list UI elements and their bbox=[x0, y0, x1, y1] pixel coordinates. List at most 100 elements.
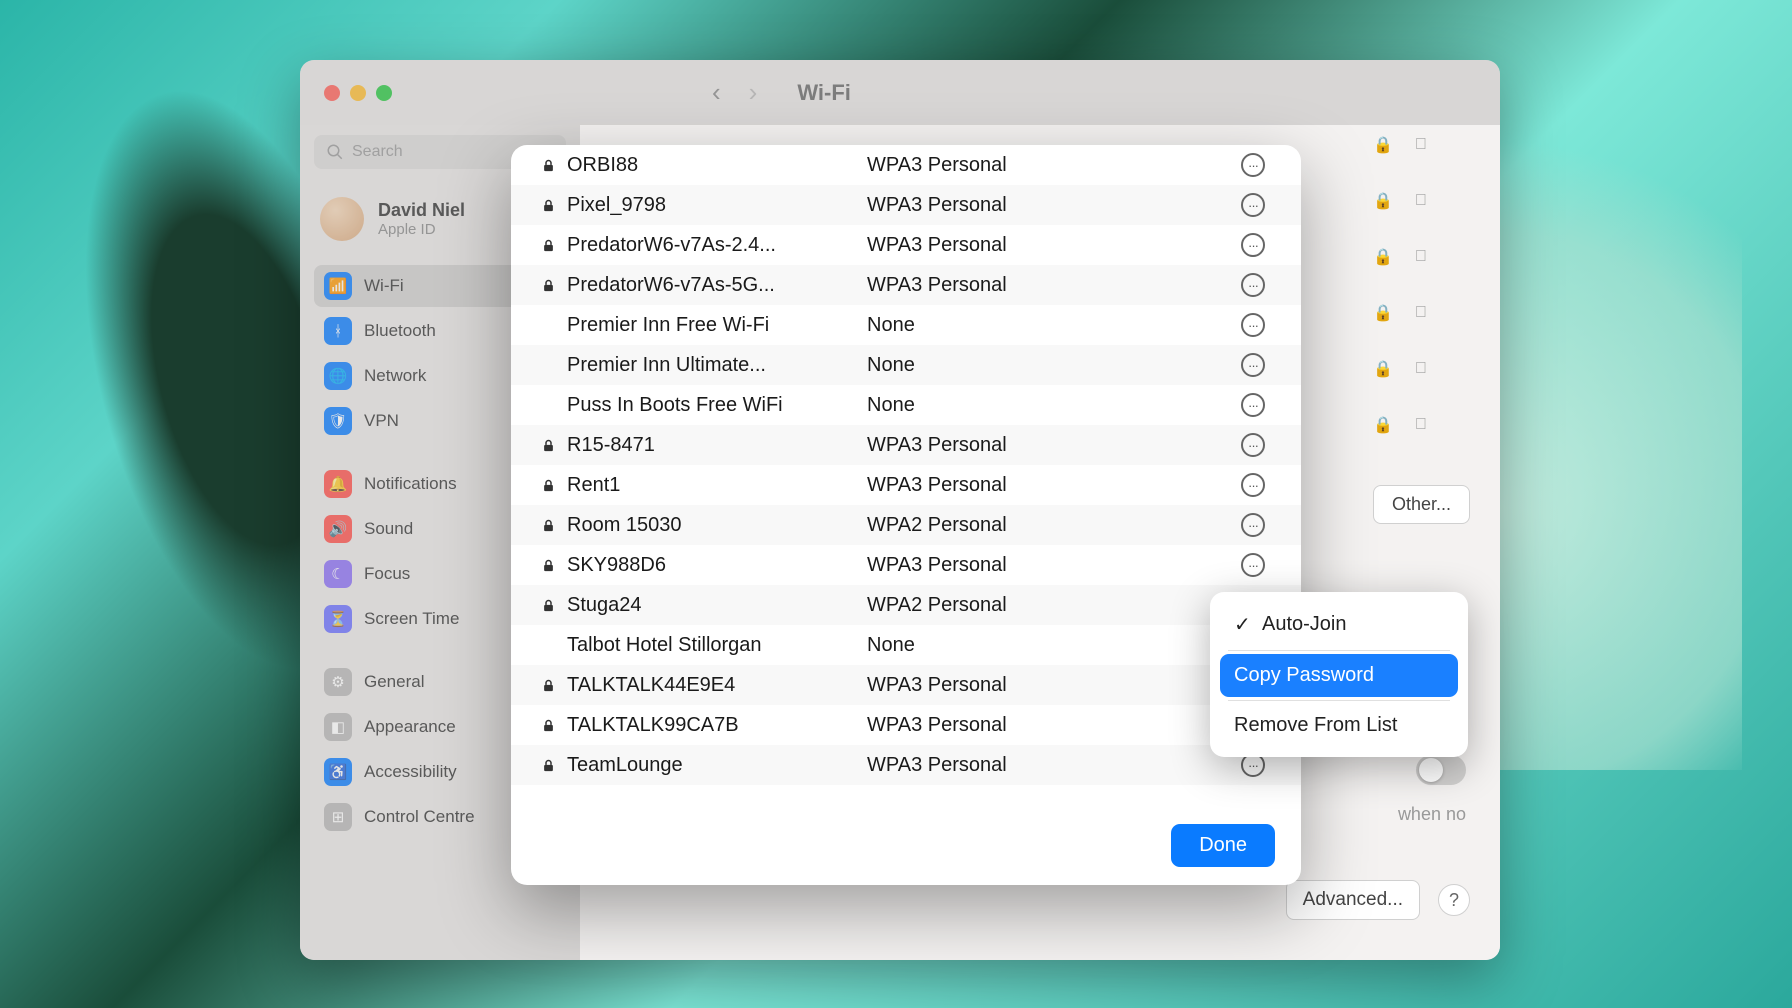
network-row[interactable]: Stuga24WPA2 Personal bbox=[511, 585, 1301, 625]
known-networks-modal: ORBI88WPA3 Personal···Pixel_9798WPA3 Per… bbox=[511, 145, 1301, 885]
wifi-icon: 📶 bbox=[324, 272, 352, 300]
advanced-button[interactable]: Advanced... bbox=[1286, 880, 1420, 920]
moon-icon: ☾ bbox=[324, 560, 352, 588]
network-security: WPA2 Personal bbox=[867, 594, 1235, 617]
network-security: WPA3 Personal bbox=[867, 674, 1235, 697]
when-no-text: when no bbox=[1398, 804, 1466, 825]
more-options-button[interactable]: ··· bbox=[1241, 513, 1265, 537]
network-security: WPA3 Personal bbox=[867, 754, 1235, 777]
sidebar-item-label: VPN bbox=[364, 411, 399, 431]
sidebar-item-label: Accessibility bbox=[364, 762, 457, 782]
lock-icon: 🔒 bbox=[1373, 135, 1393, 155]
forward-button[interactable]: › bbox=[749, 77, 758, 108]
sidebar-item-label: Screen Time bbox=[364, 609, 459, 629]
lock-icon bbox=[529, 598, 567, 613]
more-options-button[interactable]: ··· bbox=[1241, 433, 1265, 457]
snd-icon: 🔊 bbox=[324, 515, 352, 543]
done-button[interactable]: Done bbox=[1171, 824, 1275, 867]
sidebar-item-label: Network bbox=[364, 366, 426, 386]
lock-icon bbox=[529, 718, 567, 733]
network-name: TeamLounge bbox=[567, 754, 867, 777]
traffic-lights bbox=[324, 85, 392, 101]
network-name: R15-8471 bbox=[567, 434, 867, 457]
network-name: SKY988D6 bbox=[567, 554, 867, 577]
lock-icon bbox=[529, 238, 567, 253]
network-name: Pixel_9798 bbox=[567, 194, 867, 217]
network-context-menu: ✓ Auto-Join Copy Password Remove From Li… bbox=[1210, 592, 1468, 757]
check-icon: ✓ bbox=[1234, 612, 1252, 637]
lock-icon bbox=[529, 278, 567, 293]
more-options-button[interactable]: ··· bbox=[1241, 553, 1265, 577]
network-row[interactable]: Premier Inn Ultimate...None ··· bbox=[511, 345, 1301, 385]
network-name: Premier Inn Ultimate... bbox=[567, 354, 867, 377]
network-name: Rent1 bbox=[567, 474, 867, 497]
other-button[interactable]: Other... bbox=[1373, 485, 1470, 524]
lock-icon bbox=[529, 678, 567, 693]
remove-label: Remove From List bbox=[1234, 714, 1397, 737]
more-options-button[interactable]: ··· bbox=[1241, 153, 1265, 177]
close-button[interactable] bbox=[324, 85, 340, 101]
more-options-button[interactable]: ··· bbox=[1241, 313, 1265, 337]
network-row[interactable]: Room 15030WPA2 Personal··· bbox=[511, 505, 1301, 545]
minimize-button[interactable] bbox=[350, 85, 366, 101]
sidebar-item-label: Notifications bbox=[364, 474, 457, 494]
network-security: None bbox=[867, 314, 1235, 337]
network-security: WPA3 Personal bbox=[867, 474, 1235, 497]
acc-icon: ♿ bbox=[324, 758, 352, 786]
network-row[interactable]: Talbot Hotel StillorganNone bbox=[511, 625, 1301, 665]
network-name: Room 15030 bbox=[567, 514, 867, 537]
background-network-list: 🔒􀙇 🔒􀙇 🔒􀙇 🔒􀙇 🔒􀙇 🔒􀙇 Other... bbox=[1373, 135, 1470, 524]
copy-password-label: Copy Password bbox=[1234, 664, 1374, 687]
remove-from-list-item[interactable]: Remove From List bbox=[1220, 704, 1458, 747]
network-name: TALKTALK99CA7B bbox=[567, 714, 867, 737]
auto-join-toggle[interactable]: ✓ Auto-Join bbox=[1220, 602, 1458, 647]
network-row[interactable]: R15-8471WPA3 Personal··· bbox=[511, 425, 1301, 465]
lock-icon bbox=[529, 518, 567, 533]
cc-icon: ⊞ bbox=[324, 803, 352, 831]
menu-separator bbox=[1228, 650, 1450, 651]
more-options-button[interactable]: ··· bbox=[1241, 473, 1265, 497]
more-options-button[interactable]: ··· bbox=[1241, 273, 1265, 297]
network-row[interactable]: TALKTALK99CA7BWPA3 Personal bbox=[511, 705, 1301, 745]
network-row[interactable]: Pixel_9798WPA3 Personal··· bbox=[511, 185, 1301, 225]
more-options-button[interactable]: ··· bbox=[1241, 233, 1265, 257]
network-security: WPA3 Personal bbox=[867, 154, 1235, 177]
network-name: Premier Inn Free Wi-Fi bbox=[567, 314, 867, 337]
bell-icon: 🔔 bbox=[324, 470, 352, 498]
network-row[interactable]: PredatorW6-v7As-5G...WPA3 Personal ··· bbox=[511, 265, 1301, 305]
network-row[interactable]: SKY988D6WPA3 Personal··· bbox=[511, 545, 1301, 585]
back-button[interactable]: ‹ bbox=[712, 77, 721, 108]
network-name: PredatorW6-v7As-2.4... bbox=[567, 234, 867, 257]
network-row[interactable]: Rent1WPA3 Personal ··· bbox=[511, 465, 1301, 505]
network-row[interactable]: Premier Inn Free Wi-FiNone ··· bbox=[511, 305, 1301, 345]
network-row[interactable]: Puss In Boots Free WiFiNone··· bbox=[511, 385, 1301, 425]
network-security: None bbox=[867, 394, 1235, 417]
maximize-button[interactable] bbox=[376, 85, 392, 101]
network-list[interactable]: ORBI88WPA3 Personal···Pixel_9798WPA3 Per… bbox=[511, 145, 1301, 806]
more-options-button[interactable]: ··· bbox=[1241, 393, 1265, 417]
help-button[interactable]: ? bbox=[1438, 884, 1470, 916]
network-security: WPA3 Personal bbox=[867, 714, 1235, 737]
sidebar-item-label: Bluetooth bbox=[364, 321, 436, 341]
more-options-button[interactable]: ··· bbox=[1241, 353, 1265, 377]
wifi-icon: 􀙇 bbox=[1415, 136, 1427, 154]
lock-icon bbox=[529, 158, 567, 173]
search-icon bbox=[326, 143, 344, 161]
network-row[interactable]: ORBI88WPA3 Personal··· bbox=[511, 145, 1301, 185]
lock-icon bbox=[529, 478, 567, 493]
network-name: PredatorW6-v7As-5G... bbox=[567, 274, 867, 297]
toggle-switch[interactable] bbox=[1416, 755, 1466, 785]
auto-join-label: Auto-Join bbox=[1262, 613, 1347, 636]
copy-password-item[interactable]: Copy Password bbox=[1220, 654, 1458, 697]
network-row[interactable]: PredatorW6-v7As-2.4...WPA3 Personal··· bbox=[511, 225, 1301, 265]
network-security: None bbox=[867, 634, 1235, 657]
network-name: Talbot Hotel Stillorgan bbox=[567, 634, 867, 657]
network-security: WPA3 Personal bbox=[867, 274, 1235, 297]
gear-icon: ⚙ bbox=[324, 668, 352, 696]
network-security: None bbox=[867, 354, 1235, 377]
network-row[interactable]: TeamLoungeWPA3 Personal··· bbox=[511, 745, 1301, 785]
network-row[interactable]: TALKTALK44E9E4WPA3 Personal bbox=[511, 665, 1301, 705]
vpn-icon: 🛡 bbox=[324, 407, 352, 435]
more-options-button[interactable]: ··· bbox=[1241, 193, 1265, 217]
bt-icon: ᚼ bbox=[324, 317, 352, 345]
